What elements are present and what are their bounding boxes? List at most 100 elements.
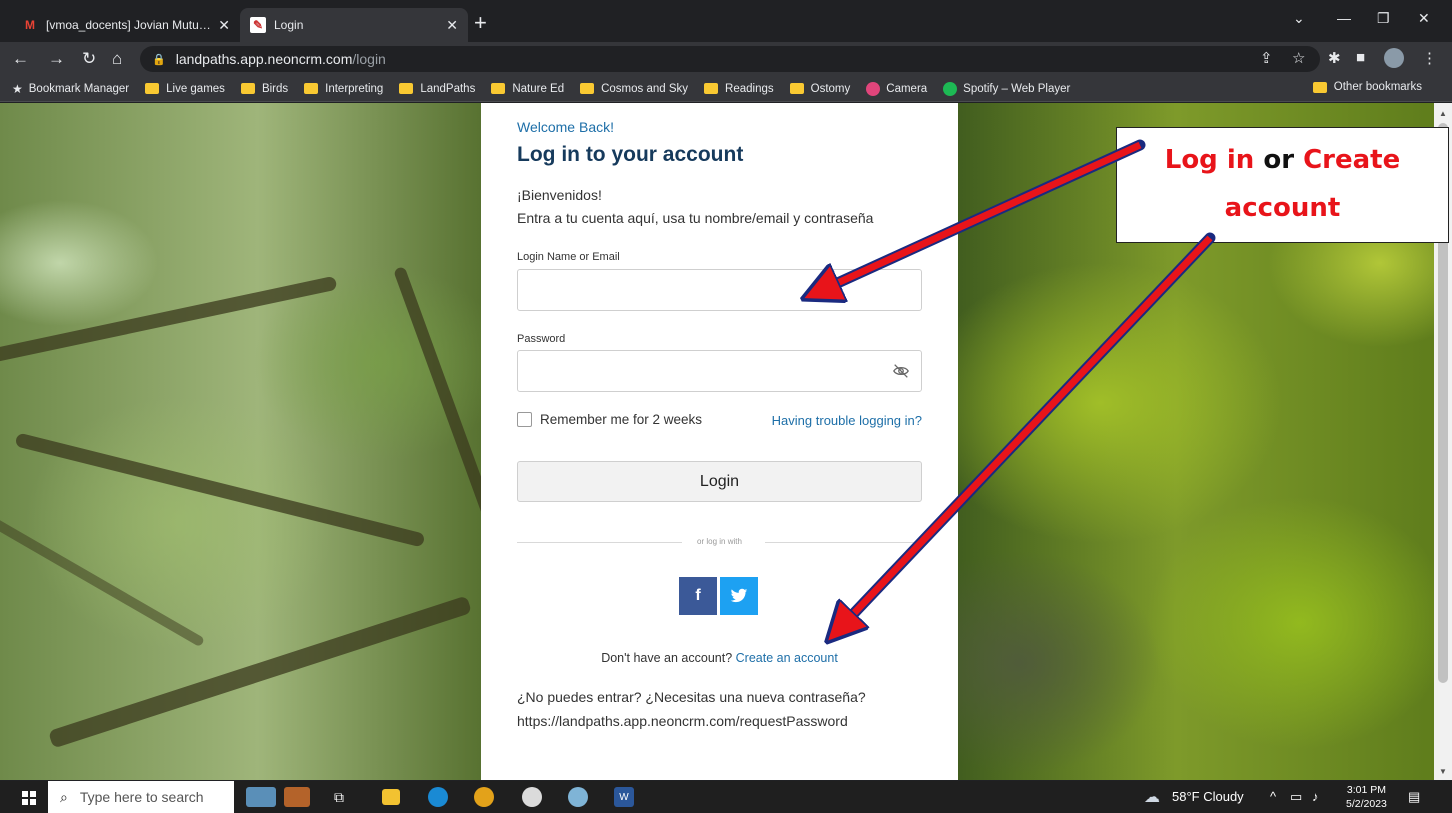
create-account-link[interactable]: Create an account: [736, 651, 838, 665]
bookmark-item[interactable]: LandPaths: [399, 83, 475, 95]
edge-icon[interactable]: [428, 787, 448, 807]
avatar[interactable]: [1384, 48, 1404, 68]
login-card: Welcome Back! Log in to your account ¡Bi…: [481, 103, 958, 780]
gmail-icon: M: [25, 18, 35, 32]
bookmark-item[interactable]: Live games: [145, 83, 225, 95]
bookmark-item[interactable]: Nature Ed: [491, 83, 564, 95]
search-placeholder: Type here to search: [79, 789, 204, 805]
windows-taskbar: ⌕ Type here to search ⧉ W ☁ 58°F Cloudy …: [0, 781, 1452, 813]
folder-icon: [1312, 81, 1327, 93]
trouble-link[interactable]: Having trouble logging in?: [772, 413, 922, 428]
bookmark-label: Nature Ed: [512, 82, 565, 95]
scroll-down-icon[interactable]: ▼: [1439, 767, 1447, 776]
folder-icon: [491, 83, 506, 94]
clock-time: 3:01 PM: [1346, 784, 1386, 796]
chrome-profile-icon[interactable]: [522, 787, 542, 807]
tab-title: Login: [274, 18, 304, 32]
home-icon[interactable]: ⌂: [112, 48, 122, 70]
weather-text[interactable]: 58°F Cloudy: [1172, 789, 1244, 804]
remember-label: Remember me for 2 weeks: [540, 412, 703, 427]
facebook-icon: f: [695, 587, 701, 604]
lock-icon: 🔒: [152, 53, 166, 66]
close-tab-icon[interactable]: ✕: [218, 17, 230, 34]
restore-button[interactable]: ❐: [1377, 10, 1390, 27]
chevron-down-icon[interactable]: ⌄: [1293, 10, 1305, 27]
camera-app-icon: [866, 81, 881, 96]
no-account-text: Don't have an account?: [601, 651, 733, 665]
bookmark-item[interactable]: Interpreting: [304, 83, 383, 95]
clock[interactable]: 3:01 PM 5/2/2023: [1346, 783, 1387, 811]
back-icon[interactable]: ←: [12, 48, 29, 70]
task-view-icon[interactable]: ⧉: [328, 787, 350, 807]
file-explorer-icon[interactable]: [382, 789, 400, 805]
annotation-create: Create: [1303, 145, 1401, 175]
social-divider: or log in with: [517, 537, 922, 547]
bookmark-item[interactable]: Camera: [866, 81, 927, 96]
close-tab-icon[interactable]: ✕: [446, 17, 458, 34]
username-input[interactable]: [517, 269, 922, 311]
star-icon: ★: [12, 81, 23, 96]
remember-me[interactable]: Remember me for 2 weeks: [517, 412, 702, 427]
facebook-login-button[interactable]: f: [679, 577, 717, 615]
help-line-1: ¿No puedes entrar? ¿Necesitas una nueva …: [517, 689, 866, 705]
no-account-row: Don't have an account? Create an account: [517, 651, 922, 665]
folder-icon: [789, 83, 804, 94]
bookmark-item[interactable]: ★ Bookmark Manager: [12, 82, 129, 96]
page-title: Log in to your account: [517, 143, 744, 166]
remember-checkbox[interactable]: [517, 412, 532, 427]
new-tab-button[interactable]: +: [474, 12, 487, 34]
bookmarks-bar: ★ Bookmark Manager Live games Birds Inter…: [0, 76, 1452, 102]
tab-gmail[interactable]: M [vmoa_docents] Jovian Mutual S ✕: [12, 8, 240, 42]
bookmark-star-icon[interactable]: ☆: [1292, 49, 1305, 67]
bookmark-label: Cosmos and Sky: [601, 82, 689, 95]
eye-slash-icon[interactable]: [892, 362, 910, 380]
notification-icon[interactable]: ▤: [1408, 789, 1420, 805]
windows-start-icon[interactable]: [22, 791, 36, 805]
password-field-wrapper: [517, 350, 922, 392]
annotation-login: Log in: [1164, 145, 1255, 175]
minimize-button[interactable]: —: [1337, 10, 1351, 26]
close-window-button[interactable]: ✕: [1418, 10, 1430, 27]
forward-icon[interactable]: →: [48, 48, 65, 70]
twitter-login-button[interactable]: [720, 577, 758, 615]
password-input[interactable]: [517, 350, 922, 392]
weather-icon: ☁: [1144, 789, 1160, 806]
bookmark-item[interactable]: Birds: [240, 82, 289, 95]
twitter-icon: [730, 588, 748, 603]
bookmark-label: Other bookmarks: [1333, 81, 1422, 93]
taskbar-search[interactable]: ⌕ Type here to search: [48, 781, 234, 813]
login-button[interactable]: Login: [517, 461, 922, 502]
folder-icon: [304, 83, 319, 94]
tab-login[interactable]: ✎ Login ✕: [240, 8, 468, 42]
bookmark-label: Birds: [261, 82, 289, 95]
word-icon[interactable]: W: [614, 787, 634, 807]
tab-title: [vmoa_docents] Jovian Mutual S: [46, 18, 213, 32]
network-icon[interactable]: ▭: [1290, 789, 1302, 805]
browser-toolbar: ← → ↻ ⌂ 🔒 landpaths.app.neoncrm.com/logi…: [0, 42, 1452, 76]
other-bookmarks[interactable]: Other bookmarks: [1312, 81, 1422, 93]
social-login: f: [679, 577, 758, 615]
chevron-up-icon[interactable]: ^: [1270, 789, 1276, 804]
briefcase-icon[interactable]: [284, 787, 310, 807]
url-path: /login: [352, 51, 386, 67]
volume-icon[interactable]: ♪: [1312, 789, 1319, 804]
bookmark-label: Live games: [166, 82, 225, 95]
chrome-profile-2-icon[interactable]: [568, 787, 588, 807]
bookmark-item[interactable]: Ostomy: [789, 82, 851, 95]
address-bar[interactable]: 🔒 landpaths.app.neoncrm.com/login: [140, 46, 1320, 72]
share-icon[interactable]: ⇪: [1260, 49, 1273, 67]
bookmark-label: LandPaths: [420, 82, 476, 95]
menu-icon[interactable]: ⋮: [1422, 49, 1437, 67]
bookmark-label: Spotify – Web Player: [963, 82, 1071, 95]
photo-app-icon[interactable]: [246, 787, 276, 807]
username-label: Login Name or Email: [517, 251, 620, 263]
bookmark-label: Ostomy: [810, 82, 851, 95]
bookmark-item[interactable]: Readings: [704, 83, 774, 95]
bookmark-item[interactable]: Spotify – Web Player: [943, 81, 1071, 96]
extensions-icon[interactable]: ✱: [1328, 49, 1341, 67]
sidepanel-icon[interactable]: ■: [1356, 49, 1365, 66]
scroll-up-icon[interactable]: ▲: [1439, 109, 1447, 118]
chrome-icon[interactable]: [474, 787, 494, 807]
reload-icon[interactable]: ↻: [82, 48, 96, 70]
bookmark-item[interactable]: Cosmos and Sky: [580, 83, 688, 95]
